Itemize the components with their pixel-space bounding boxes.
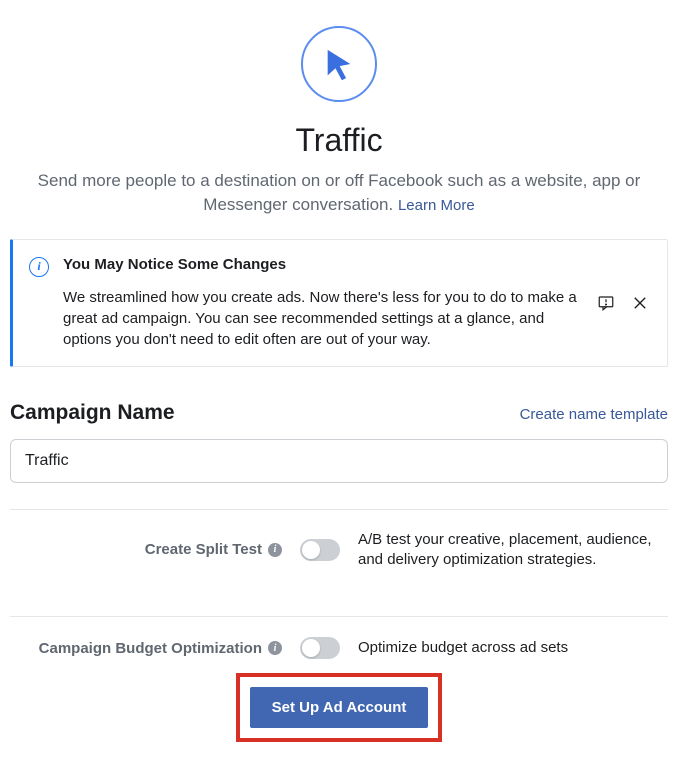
campaign-name-input[interactable] [10,439,668,483]
budget-optimization-description: Optimize budget across ad sets [358,638,668,658]
info-icon[interactable]: i [268,543,282,557]
hero-section: Traffic Send more people to a destinatio… [10,26,668,217]
traffic-icon [301,26,377,102]
budget-optimization-label: Campaign Budget Optimization [39,640,262,657]
create-name-template-link[interactable]: Create name template [520,406,668,423]
budget-optimization-toggle[interactable] [300,637,340,659]
notice-body-text: We streamlined how you create ads. Now t… [63,287,583,350]
close-icon[interactable] [631,294,649,312]
info-icon: i [29,257,49,350]
info-icon[interactable]: i [268,641,282,655]
changes-notice: i You May Notice Some Changes We streaml… [10,239,668,367]
campaign-name-heading: Campaign Name [10,401,175,425]
notice-title: You May Notice Some Changes [63,256,583,273]
cursor-arrow-icon [322,47,356,81]
feedback-icon[interactable] [597,294,615,312]
split-test-toggle[interactable] [300,539,340,561]
set-up-ad-account-button[interactable]: Set Up Ad Account [250,687,429,728]
page-title: Traffic [10,122,668,159]
split-test-label: Create Split Test [145,541,262,558]
split-test-description: A/B test your creative, placement, audie… [358,530,668,571]
page-description: Send more people to a destination on or … [10,169,668,217]
split-test-row: Create Split Test i A/B test your creati… [10,509,668,591]
budget-optimization-row: Campaign Budget Optimization i Optimize … [10,616,668,665]
cta-highlight-box: Set Up Ad Account [236,673,443,742]
learn-more-link[interactable]: Learn More [398,197,475,214]
